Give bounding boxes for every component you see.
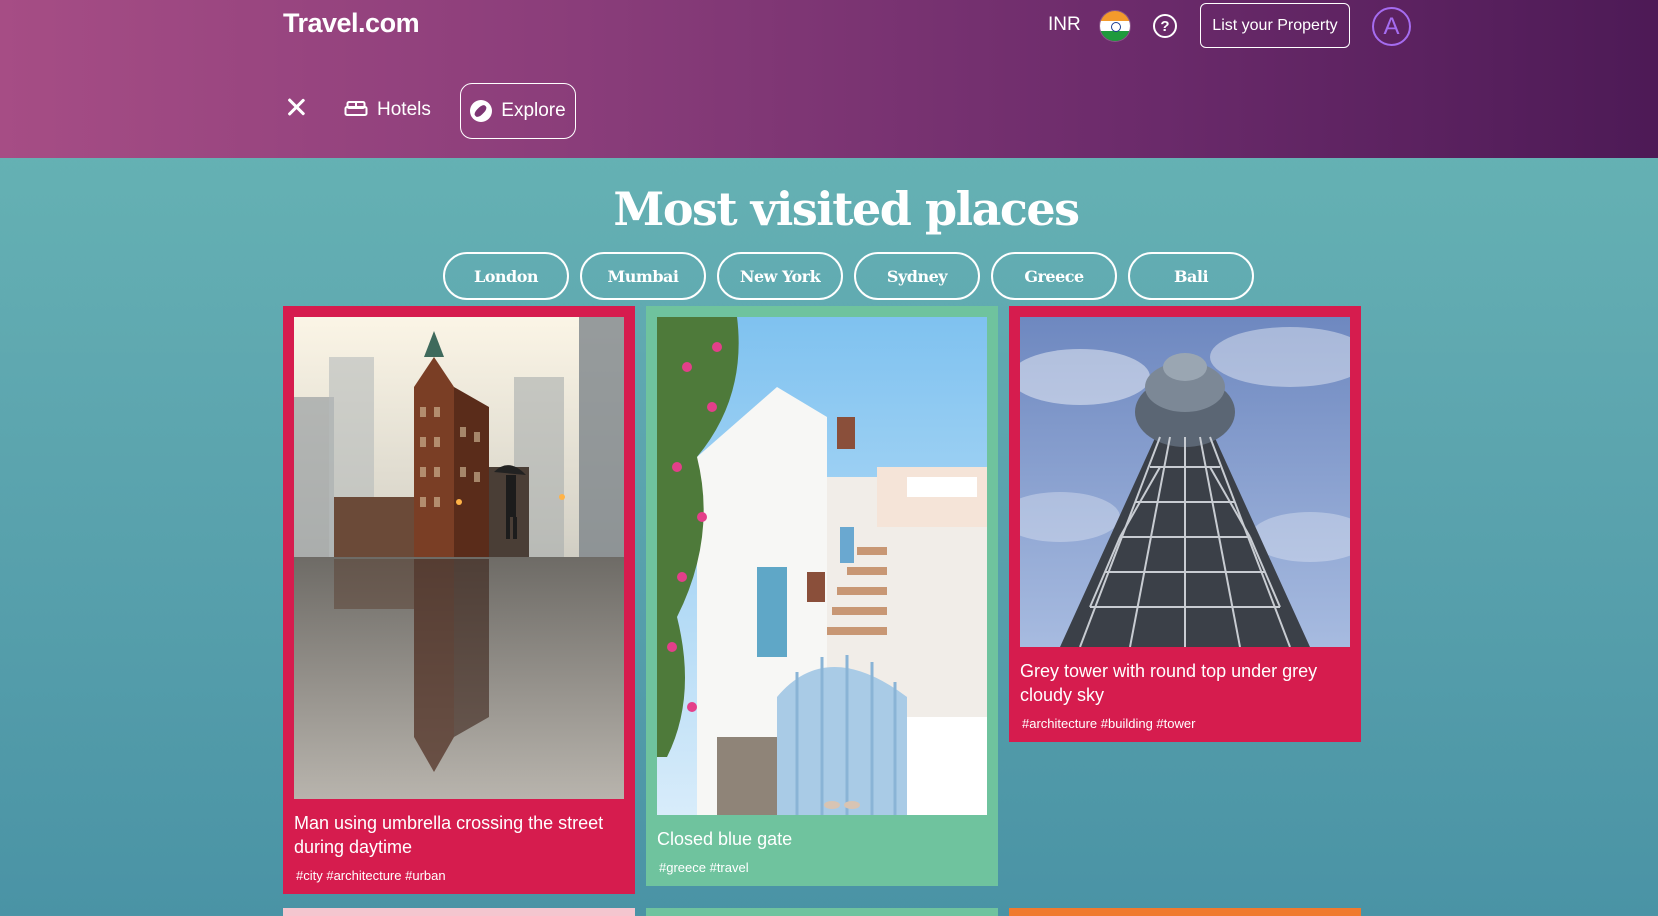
card-tags: #greece #travel (659, 860, 749, 875)
chip-sydney[interactable]: Sydney (854, 252, 980, 300)
card-photo (1020, 317, 1350, 647)
close-icon[interactable] (285, 96, 307, 118)
chip-greece[interactable]: Greece (991, 252, 1117, 300)
next-card-peek[interactable] (1009, 908, 1361, 916)
tab-hotels-label: Hotels (377, 99, 431, 120)
card-caption: Grey tower with round top under grey clo… (1020, 661, 1318, 705)
page-title: Most visited places (613, 182, 1080, 236)
card-photo (294, 317, 624, 799)
avatar[interactable]: A (1372, 7, 1411, 46)
bed-icon (344, 101, 368, 116)
place-card[interactable]: Grey tower with round top under grey clo… (1009, 306, 1361, 742)
place-card[interactable]: Closed blue gate #greece #travel (646, 306, 998, 886)
next-card-peek[interactable] (283, 908, 635, 916)
card-tags: #architecture #building #tower (1022, 716, 1196, 731)
site-logo[interactable]: Travel.com (283, 8, 420, 39)
card-photo (657, 317, 987, 815)
compass-icon (470, 100, 493, 122)
card-caption: Closed blue gate (657, 829, 793, 849)
place-card[interactable]: Man using umbrella crossing the street d… (283, 306, 635, 894)
chip-bali[interactable]: Bali (1128, 252, 1254, 300)
chip-london[interactable]: London (443, 252, 569, 300)
destination-filter-chips: London Mumbai New York Sydney Greece Bal… (443, 252, 1254, 300)
list-property-button[interactable]: List your Property (1200, 3, 1350, 48)
currency-selector[interactable]: INR (1048, 14, 1081, 36)
tab-hotels[interactable]: Hotels (344, 92, 431, 128)
india-flag-icon[interactable] (1100, 11, 1130, 41)
tab-explore[interactable]: Explore (460, 83, 576, 139)
tab-explore-label: Explore (501, 100, 566, 121)
chip-new-york[interactable]: New York (717, 252, 843, 300)
card-caption: Man using umbrella crossing the street d… (294, 813, 604, 857)
help-icon[interactable]: ? (1153, 14, 1177, 38)
chip-mumbai[interactable]: Mumbai (580, 252, 706, 300)
card-tags: #city #architecture #urban (296, 868, 446, 883)
next-card-peek[interactable] (646, 908, 998, 916)
top-header: Travel.com INR ? List your Property A Ho… (0, 0, 1658, 158)
